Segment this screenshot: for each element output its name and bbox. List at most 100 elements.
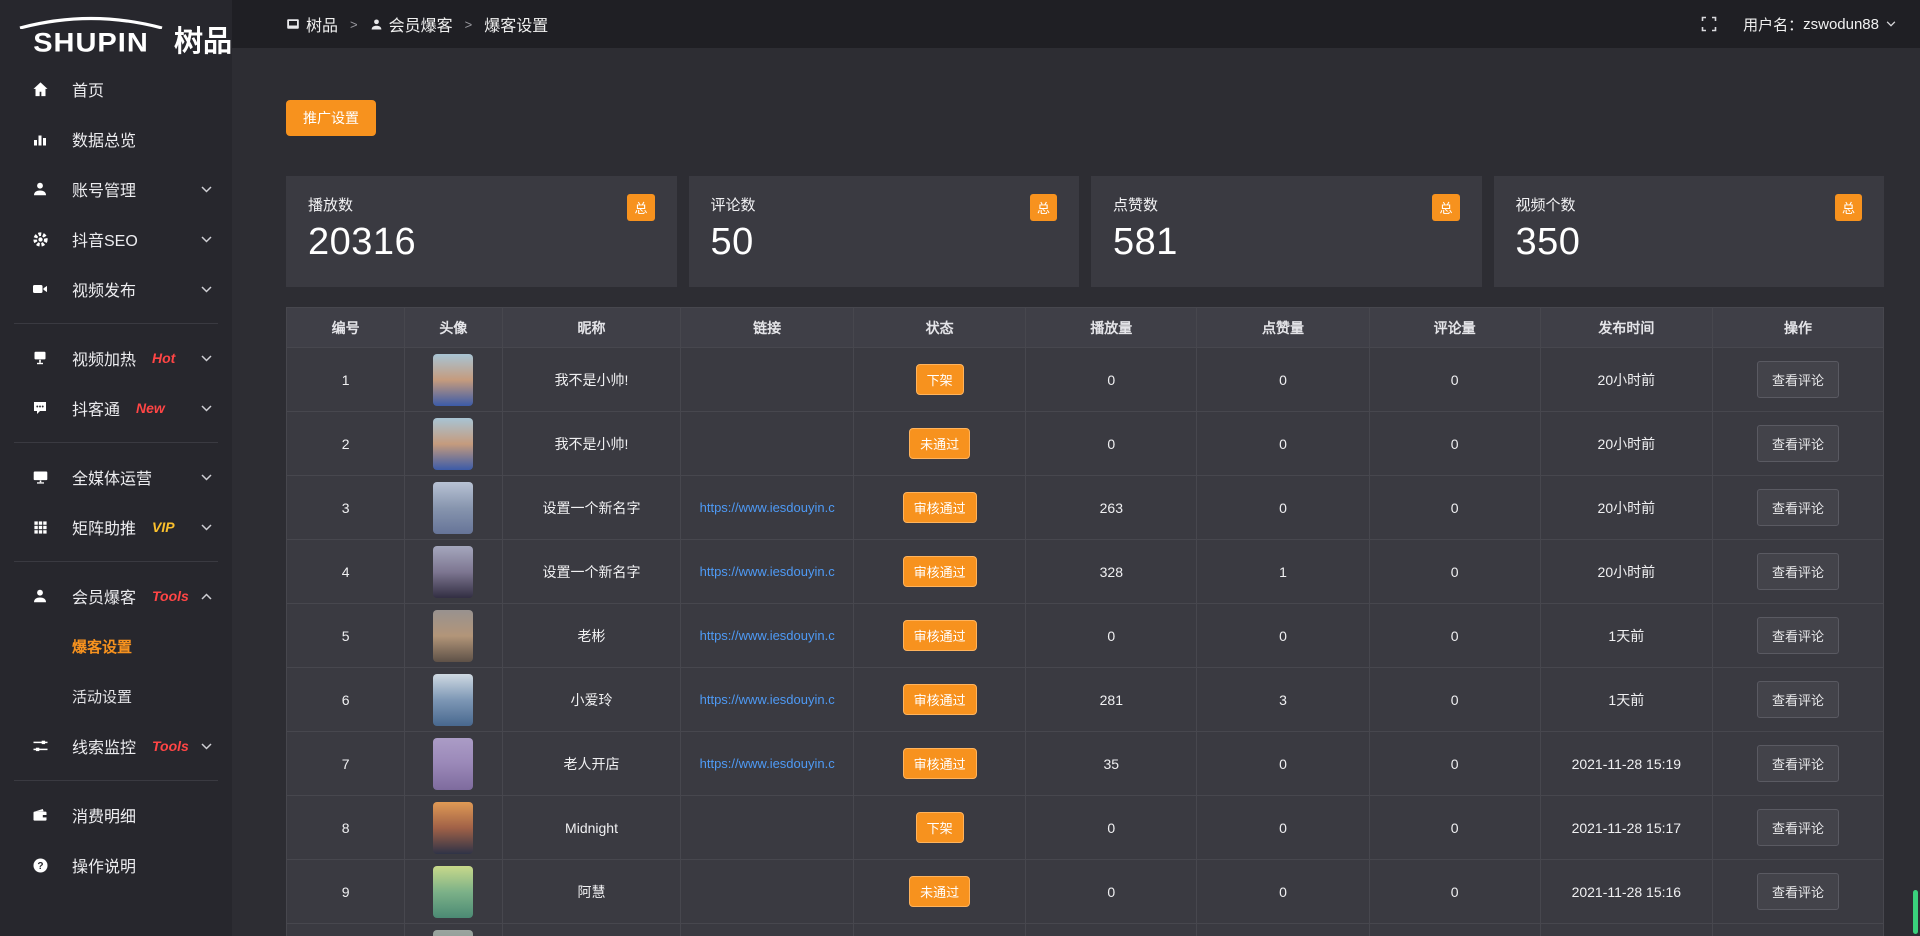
sidebar-item-consumption-details[interactable]: 消费明细 bbox=[0, 790, 232, 840]
chevron-down-icon bbox=[201, 474, 212, 481]
view-comments-button[interactable]: 查看评论 bbox=[1757, 425, 1839, 462]
table-row: 6 小爱玲 https://www.iesdouyin.c 审核通过 281 3… bbox=[287, 668, 1884, 732]
promotion-settings-button[interactable]: 推广设置 bbox=[286, 100, 376, 136]
question-circle-icon: ? bbox=[30, 857, 50, 874]
plays-cell bbox=[1026, 924, 1197, 936]
logo-text-zh: 树品 bbox=[174, 28, 232, 58]
plays-cell: 0 bbox=[1026, 860, 1197, 924]
video-link[interactable]: https://www.iesdouyin.c bbox=[681, 692, 852, 707]
video-link[interactable]: https://www.iesdouyin.c bbox=[681, 564, 852, 579]
comments-cell: 0 bbox=[1369, 796, 1540, 860]
view-comments-button[interactable]: 查看评论 bbox=[1757, 745, 1839, 782]
breadcrumb-current: 爆客设置 bbox=[484, 12, 548, 36]
person-icon bbox=[30, 588, 50, 604]
avatar bbox=[433, 930, 473, 936]
sidebar-divider bbox=[14, 442, 218, 443]
sidebar-item-matrix-boost[interactable]: 矩阵助推 VIP bbox=[0, 502, 232, 552]
comments-cell: 0 bbox=[1369, 348, 1540, 412]
stat-card-likes: 点赞数 581 总 bbox=[1091, 176, 1482, 287]
stat-cards: 播放数 20316 总 评论数 50 总 点赞数 581 总 视频个数 350 … bbox=[286, 176, 1884, 287]
sidebar-item-video-publish[interactable]: 视频发布 bbox=[0, 264, 232, 314]
likes-cell: 0 bbox=[1197, 860, 1369, 924]
col-header-comments: 评论量 bbox=[1369, 308, 1540, 348]
home-icon bbox=[30, 81, 50, 98]
view-comments-button[interactable]: 查看评论 bbox=[1757, 489, 1839, 526]
nickname-cell: 设置一个新名字 bbox=[502, 476, 681, 540]
view-comments-button[interactable]: 查看评论 bbox=[1757, 553, 1839, 590]
sidebar-item-douketong[interactable]: 抖客通 New bbox=[0, 383, 232, 433]
sidebar-subitem-activity-settings[interactable]: 活动设置 bbox=[0, 671, 232, 721]
avatar bbox=[433, 546, 473, 598]
plays-cell: 0 bbox=[1026, 348, 1197, 412]
sidebar-item-douyin-seo[interactable]: 抖音SEO bbox=[0, 214, 232, 264]
user-menu[interactable]: 用户名： zswodun88 bbox=[1743, 14, 1896, 35]
scrollbar-thumb[interactable] bbox=[1913, 890, 1918, 934]
sidebar-item-member-baoke[interactable]: 会员爆客 Tools bbox=[0, 571, 232, 621]
comments-cell bbox=[1369, 924, 1540, 936]
view-comments-button[interactable]: 查看评论 bbox=[1757, 361, 1839, 398]
breadcrumb-item-shupin[interactable]: 树品 bbox=[286, 12, 338, 36]
table-row: 8 Midnight 下架 0 0 0 2021-11-28 15:17 查看评… bbox=[287, 796, 1884, 860]
sidebar-item-label: 抖客通 bbox=[72, 396, 120, 420]
status-badge: 审核通过 bbox=[903, 684, 977, 715]
table-header-row: 编号 头像 昵称 链接 状态 播放量 点赞量 评论量 发布时间 操作 bbox=[287, 308, 1884, 348]
breadcrumb-separator: > bbox=[465, 17, 473, 32]
likes-cell: 1 bbox=[1197, 540, 1369, 604]
video-link[interactable]: https://www.iesdouyin.c bbox=[681, 500, 852, 515]
nickname-cell bbox=[502, 924, 681, 936]
bar-chart-icon bbox=[30, 131, 50, 147]
username-label: 用户名： bbox=[1743, 14, 1803, 35]
sidebar-item-home[interactable]: 首页 bbox=[0, 64, 232, 114]
row-number: 7 bbox=[287, 732, 405, 796]
likes-cell: 0 bbox=[1197, 796, 1369, 860]
row-number: 5 bbox=[287, 604, 405, 668]
hot-badge: Hot bbox=[152, 350, 175, 366]
sidebar-item-data-overview[interactable]: 数据总览 bbox=[0, 114, 232, 164]
video-link[interactable]: https://www.iesdouyin.c bbox=[681, 628, 852, 643]
sidebar-subitem-baoke-settings[interactable]: 爆客设置 bbox=[0, 621, 232, 671]
view-comments-button[interactable]: 查看评论 bbox=[1757, 873, 1839, 910]
chevron-down-icon bbox=[201, 286, 212, 293]
stat-value: 350 bbox=[1516, 221, 1863, 264]
view-comments-button[interactable]: 查看评论 bbox=[1757, 809, 1839, 846]
logo-text-en: SHUPIN bbox=[33, 30, 149, 57]
avatar bbox=[433, 866, 473, 918]
sidebar-item-label: 账号管理 bbox=[72, 177, 136, 201]
fullscreen-icon[interactable] bbox=[1701, 16, 1717, 32]
status-badge: 下架 bbox=[916, 364, 964, 395]
sidebar: SHUPIN 树品 首页 数据总览 账号管理 抖音SEO 视频发布 bbox=[0, 0, 232, 936]
sidebar-item-account-management[interactable]: 账号管理 bbox=[0, 164, 232, 214]
user-icon bbox=[30, 181, 50, 197]
screen-stand-icon bbox=[30, 350, 50, 366]
col-header-link: 链接 bbox=[681, 308, 853, 348]
table-row bbox=[287, 924, 1884, 936]
nickname-cell: 小爱玲 bbox=[502, 668, 681, 732]
breadcrumb-item-member-baoke[interactable]: 会员爆客 bbox=[370, 12, 453, 36]
sidebar-item-clue-monitoring[interactable]: 线索监控 Tools bbox=[0, 721, 232, 771]
table-row: 3 设置一个新名字 https://www.iesdouyin.c 审核通过 2… bbox=[287, 476, 1884, 540]
nickname-cell: 阿慧 bbox=[502, 860, 681, 924]
sidebar-item-instructions[interactable]: ? 操作说明 bbox=[0, 840, 232, 890]
status-badge: 审核通过 bbox=[903, 556, 977, 587]
sidebar-item-all-media-operation[interactable]: 全媒体运营 bbox=[0, 452, 232, 502]
sidebar-item-video-heating[interactable]: 视频加热 Hot bbox=[0, 333, 232, 383]
sidebar-divider bbox=[14, 561, 218, 562]
sidebar-item-label: 数据总览 bbox=[72, 127, 136, 151]
table-row: 9 阿慧 未通过 0 0 0 2021-11-28 15:16 查看评论 bbox=[287, 860, 1884, 924]
sidebar-item-label: 操作说明 bbox=[72, 853, 136, 877]
video-link[interactable]: https://www.iesdouyin.c bbox=[681, 756, 852, 771]
sidebar-item-label: 首页 bbox=[72, 77, 104, 101]
nickname-cell: 老彬 bbox=[502, 604, 681, 668]
breadcrumb: 树品 > 会员爆客 > 爆客设置 bbox=[286, 12, 548, 36]
breadcrumb-label: 树品 bbox=[306, 12, 338, 36]
publish-time-cell: 20小时前 bbox=[1540, 348, 1712, 412]
status-badge: 未通过 bbox=[909, 428, 970, 459]
row-number: 2 bbox=[287, 412, 405, 476]
view-comments-button[interactable]: 查看评论 bbox=[1757, 681, 1839, 718]
col-header-actions: 操作 bbox=[1713, 308, 1884, 348]
stat-label: 评论数 bbox=[711, 194, 1058, 215]
view-comments-button[interactable]: 查看评论 bbox=[1757, 617, 1839, 654]
total-badge: 总 bbox=[1432, 194, 1459, 221]
publish-time-cell: 1天前 bbox=[1540, 668, 1712, 732]
chevron-down-icon bbox=[201, 355, 212, 362]
